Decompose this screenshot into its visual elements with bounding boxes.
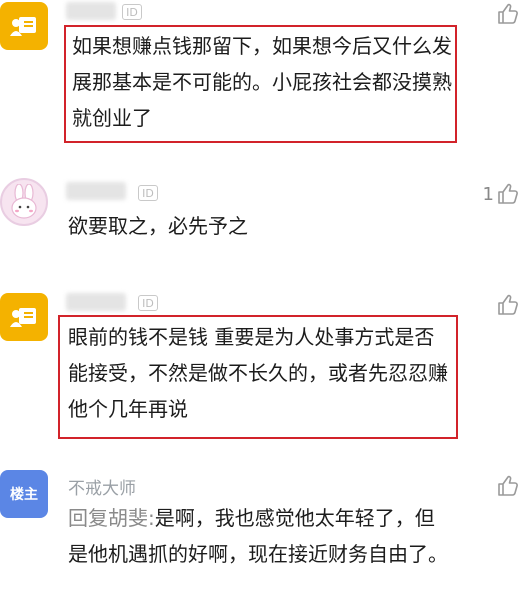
blurred-username: [66, 2, 116, 20]
like-button[interactable]: [494, 293, 520, 317]
comment-text: 欲要取之，必先予之: [68, 214, 248, 238]
comment-text: 如果想赚点钱那留下，如果想今后又什么发展那基本是不可能的。小屁孩社会都没摸熟就创…: [72, 34, 452, 130]
thumb-up-icon: [498, 3, 518, 24]
id-badge: ID: [122, 4, 142, 20]
like-button[interactable]: [494, 474, 520, 498]
comment-item: 楼主 不戒大师 回复胡斐:是啊，我也感觉他太年轻了，但是他机遇抓的好啊，现在接近…: [0, 470, 530, 610]
comment-item: ID 1 欲要取之，必先予之: [0, 178, 530, 248]
like-button[interactable]: 1: [483, 182, 520, 206]
avatar[interactable]: [0, 2, 48, 50]
comment-text: 眼前的钱不是钱 重要是为人处事方式是否能接受，不然是做不长久的，或者先忍忍赚他个…: [68, 325, 448, 421]
like-count: 1: [482, 183, 494, 205]
comment-text: 回复胡斐:是啊，我也感觉他太年轻了，但是他机遇抓的好啊，现在接近财务自由了。: [68, 500, 448, 572]
id-badge: ID: [138, 185, 158, 201]
reply-prefix: 回复胡斐:: [68, 506, 155, 530]
rabbit-icon: [11, 184, 37, 219]
id-badge: ID: [138, 295, 158, 311]
author-name[interactable]: 不戒大师: [68, 474, 136, 499]
comment-item: ID 如果想赚点钱那留下，如果想今后又什么发展那基本是不可能的。小屁孩社会都没摸…: [0, 0, 530, 150]
avatar[interactable]: [0, 293, 48, 341]
thumb-up-icon: [498, 294, 518, 315]
blurred-username: [66, 182, 126, 200]
blurred-username: [66, 293, 126, 311]
like-button[interactable]: [494, 2, 520, 26]
owner-badge: 楼主: [10, 487, 38, 503]
comment-item: ID 眼前的钱不是钱 重要是为人处事方式是否能接受，不然是做不长久的，或者先忍忍…: [0, 293, 530, 443]
thumb-up-icon: [498, 475, 518, 496]
thumb-up-icon: [498, 183, 518, 204]
avatar[interactable]: 楼主: [0, 470, 48, 518]
user-card-icon: [10, 17, 36, 36]
user-card-icon: [10, 308, 36, 327]
avatar[interactable]: [0, 178, 48, 226]
